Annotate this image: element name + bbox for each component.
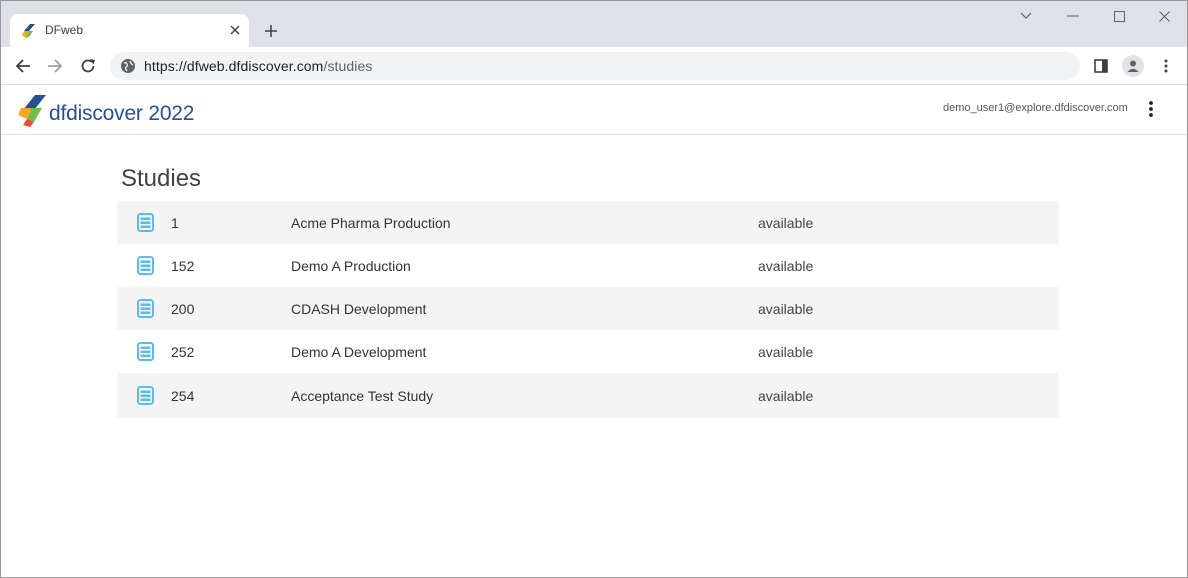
side-panel-icon[interactable] <box>1088 53 1114 79</box>
user-email: demo_user1@explore.dfdiscover.com <box>943 102 1128 114</box>
close-window-icon[interactable] <box>1153 7 1175 25</box>
tab-strip: DFweb <box>1 1 1187 48</box>
study-row[interactable]: 252 Demo A Development available <box>117 330 1059 373</box>
studies-list: 1 Acme Pharma Production available 152 D… <box>117 201 1059 418</box>
study-number: 252 <box>171 343 195 360</box>
study-status: available <box>758 300 814 317</box>
study-number: 200 <box>171 300 195 317</box>
study-name: Acme Pharma Production <box>291 214 451 231</box>
list-icon <box>137 299 154 318</box>
list-icon <box>137 386 154 405</box>
app-menu-icon[interactable] <box>1142 99 1160 119</box>
study-row[interactable]: 200 CDASH Development available <box>117 287 1059 330</box>
forward-arrow-icon[interactable] <box>42 53 68 79</box>
dfdiscover-logo-icon[interactable] <box>18 95 48 127</box>
new-tab-icon[interactable] <box>260 20 282 42</box>
back-arrow-icon[interactable] <box>10 53 36 79</box>
study-status: available <box>758 257 814 274</box>
tab-search-chevron-icon[interactable] <box>1015 7 1037 25</box>
minimize-icon[interactable] <box>1062 7 1084 25</box>
study-name: CDASH Development <box>291 300 427 317</box>
list-icon <box>137 342 154 361</box>
study-row[interactable]: 254 Acceptance Test Study available <box>117 373 1059 418</box>
url-path: /studies <box>323 58 373 74</box>
browser-window: DFweb https://dfweb.dfdiscover.com/studi… <box>0 0 1188 578</box>
list-icon <box>137 256 154 275</box>
url-text: https://dfweb.dfdiscover.com/studies <box>144 58 373 74</box>
page-title: Studies <box>121 165 202 192</box>
study-status: available <box>758 387 814 404</box>
app-logo-text[interactable]: dfdiscover 2022 <box>49 102 194 126</box>
site-info-icon[interactable] <box>120 58 136 74</box>
study-name: Demo A Development <box>291 343 427 360</box>
browser-tab[interactable]: DFweb <box>10 14 249 48</box>
study-name: Acceptance Test Study <box>291 387 434 404</box>
study-status: available <box>758 214 814 231</box>
maximize-icon[interactable] <box>1108 7 1130 25</box>
url-host: https://dfweb.dfdiscover.com <box>144 58 324 74</box>
study-row[interactable]: 1 Acme Pharma Production available <box>117 201 1059 244</box>
reload-icon[interactable] <box>75 53 101 79</box>
list-icon <box>137 213 154 232</box>
tab-title: DFweb <box>45 23 84 37</box>
study-number: 1 <box>171 214 179 231</box>
browser-menu-icon[interactable] <box>1153 53 1179 79</box>
browser-toolbar: https://dfweb.dfdiscover.com/studies <box>1 47 1187 85</box>
study-number: 152 <box>171 257 195 274</box>
dfdiscover-favicon-icon <box>22 24 35 38</box>
study-name: Demo A Production <box>291 257 411 274</box>
study-status: available <box>758 343 814 360</box>
study-row[interactable]: 152 Demo A Production available <box>117 244 1059 287</box>
study-number: 254 <box>171 387 195 404</box>
app-header: dfdiscover 2022 demo_user1@explore.dfdis… <box>1 85 1187 135</box>
address-bar[interactable]: https://dfweb.dfdiscover.com/studies <box>110 52 1080 80</box>
profile-avatar-icon[interactable] <box>1120 53 1146 79</box>
tab-close-icon[interactable] <box>226 21 244 39</box>
